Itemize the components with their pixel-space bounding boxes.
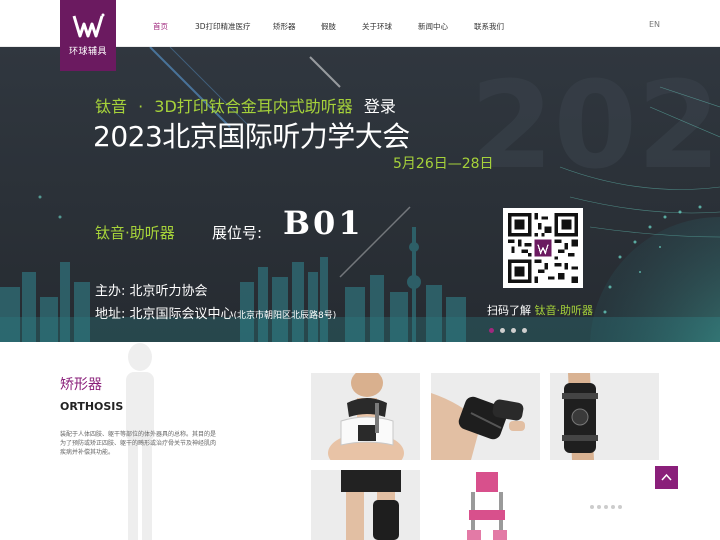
banner-address-detail: (北京市朝阳区北辰路8号) [233,311,337,321]
banner-address: 地址: 北京国际会议中心(北京市朝阳区北辰路8号) [95,303,336,322]
banner-event-date: 5月26日—28日 [393,156,494,172]
thumbnail-leg-orthosis[interactable] [311,470,420,540]
banner-headline-tail: 登录 [363,97,396,116]
banner-booth-number: B01 [283,204,364,242]
thumbnail-neck-brace[interactable] [311,373,420,460]
carousel-dot-2[interactable] [500,328,505,333]
nav-orthosis[interactable]: 矫形器 [273,21,296,32]
qr-code-icon [508,213,578,283]
site-header: 环球辅具 首页 3D打印精准医疗 矫形器 假肢 关于环球 新闻中心 联系我们 E… [0,0,720,71]
section-subtitle: ORTHOSIS [60,400,124,413]
section-title: 矫形器 [60,377,102,393]
gallery-dot[interactable] [604,505,608,509]
qr-caption-brand: 钛音·助听器 [534,304,594,317]
carousel-dot-3[interactable] [511,328,516,333]
qr-caption-text: 扫码了解 [487,304,531,317]
qr-caption: 扫码了解 钛音·助听器 [487,302,593,318]
banner-headline-brand: 钛音 [95,97,128,116]
nav-about[interactable]: 关于环球 [362,21,392,32]
logo-text: 环球辅具 [68,47,107,57]
back-to-top-button[interactable] [655,466,678,489]
kafo-orthosis-image [431,470,540,540]
banner-event-title: 2023北京国际听力学大会 [93,120,410,153]
thumbnail-kafo-orthosis[interactable] [431,470,540,540]
nav-prosthesis[interactable]: 假肢 [321,21,336,32]
nav-home[interactable]: 首页 [153,21,168,32]
svg-text:2023: 2023 [470,57,720,196]
knee-brace-image [550,373,659,460]
orthosis-section: 矫形器 ORTHOSIS 装配于人体四肢、躯干等部位的体外器具的总称。其目的是为… [0,342,720,540]
nav-contact[interactable]: 联系我们 [474,21,504,32]
gallery-dot[interactable] [597,505,601,509]
banner-headline-product: 3D打印钛合金耳内式助听器 [154,97,353,116]
banner-headline: 钛音 · 3D打印钛合金耳内式助听器 登录 [95,93,396,117]
banner-organizer: 主办: 北京听力协会 [95,284,208,299]
thumbnail-wrist-brace[interactable] [431,373,540,460]
carousel-dot-1[interactable] [489,328,494,333]
neck-brace-image [311,373,420,460]
carousel-dots [489,328,527,333]
logo-icon [72,13,105,38]
gallery-dot[interactable] [590,505,594,509]
language-switch[interactable]: EN [649,20,660,29]
section-description: 装配于人体四肢、躯干等部位的体外器具的总称。其目的是为了预防或矫正四肢、躯干的畸… [60,431,217,456]
banner-headline-separator: · [138,97,144,116]
wrist-brace-image [431,373,540,460]
leg-orthosis-image [311,470,420,540]
gallery-dot[interactable] [611,505,615,509]
carousel-dot-4[interactable] [522,328,527,333]
banner-address-main: 地址: 北京国际会议中心 [95,307,234,322]
banner-brand: 钛音·助听器 [95,224,175,242]
hero-banner[interactable]: 2023 [0,47,720,342]
gallery-dot[interactable] [618,505,622,509]
nav-3d-printing[interactable]: 3D打印精准医疗 [195,21,251,32]
qr-code [503,208,583,288]
banner-booth-label: 展位号: [212,224,263,242]
gallery-dots [590,505,622,509]
logo[interactable]: 环球辅具 [60,0,116,71]
thumbnail-knee-brace[interactable] [550,373,659,460]
chevron-up-icon [661,473,672,481]
nav-news[interactable]: 新闻中心 [418,21,448,32]
